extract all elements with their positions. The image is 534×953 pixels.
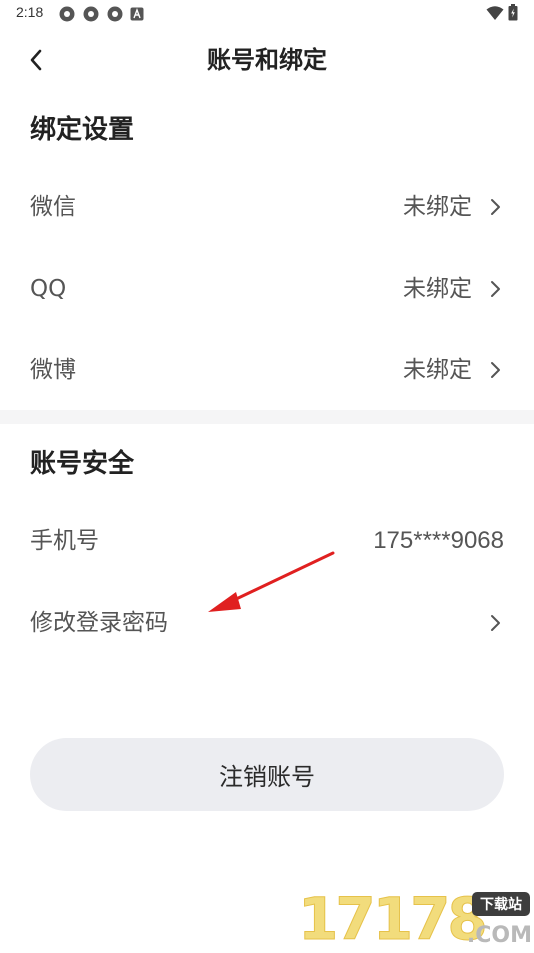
phone-number: 175****9068	[373, 527, 504, 554]
binding-row-label: 微信	[30, 194, 76, 220]
binding-row-weibo[interactable]: 微博 未绑定	[0, 339, 534, 401]
chevron-right-icon	[491, 281, 500, 297]
phone-row[interactable]: 手机号 175****9068	[0, 510, 534, 572]
notification-icon	[107, 6, 123, 22]
status-bar: 2:18	[0, 0, 534, 28]
chevron-right-icon	[491, 199, 500, 215]
security-section-title: 账号安全	[30, 449, 135, 479]
cancel-account-button[interactable]: 注销账号	[30, 738, 504, 811]
notification-icon	[59, 6, 75, 22]
change-password-row[interactable]: 修改登录密码	[0, 592, 534, 654]
binding-status: 未绑定	[403, 194, 472, 220]
page-title: 账号和绑定	[207, 46, 327, 74]
notification-icon	[83, 6, 99, 22]
section-divider	[0, 410, 534, 424]
app-icon	[130, 7, 144, 21]
binding-status: 未绑定	[403, 357, 472, 383]
watermark-logo: 17178 下载站 .COM	[298, 884, 534, 950]
status-time: 2:18	[16, 4, 44, 20]
status-notification-icons	[58, 5, 144, 23]
binding-row-label: QQ	[30, 276, 67, 302]
binding-row-wechat[interactable]: 微信 未绑定	[0, 176, 534, 238]
watermark-tag: 下载站	[472, 892, 530, 916]
watermark-digits: 17178	[298, 885, 489, 953]
binding-row-label: 微博	[30, 357, 76, 383]
battery-icon	[508, 4, 518, 21]
status-system-icons	[486, 4, 518, 21]
wifi-icon	[486, 5, 504, 20]
change-password-label: 修改登录密码	[30, 610, 168, 636]
nav-bar: 账号和绑定	[0, 32, 534, 88]
chevron-right-icon	[491, 362, 500, 378]
binding-row-qq[interactable]: QQ 未绑定	[0, 258, 534, 320]
phone-label: 手机号	[30, 528, 99, 554]
binding-section-title: 绑定设置	[30, 115, 135, 145]
chevron-right-icon	[491, 615, 500, 631]
watermark-domain: .COM	[466, 923, 532, 948]
binding-status: 未绑定	[403, 276, 472, 302]
